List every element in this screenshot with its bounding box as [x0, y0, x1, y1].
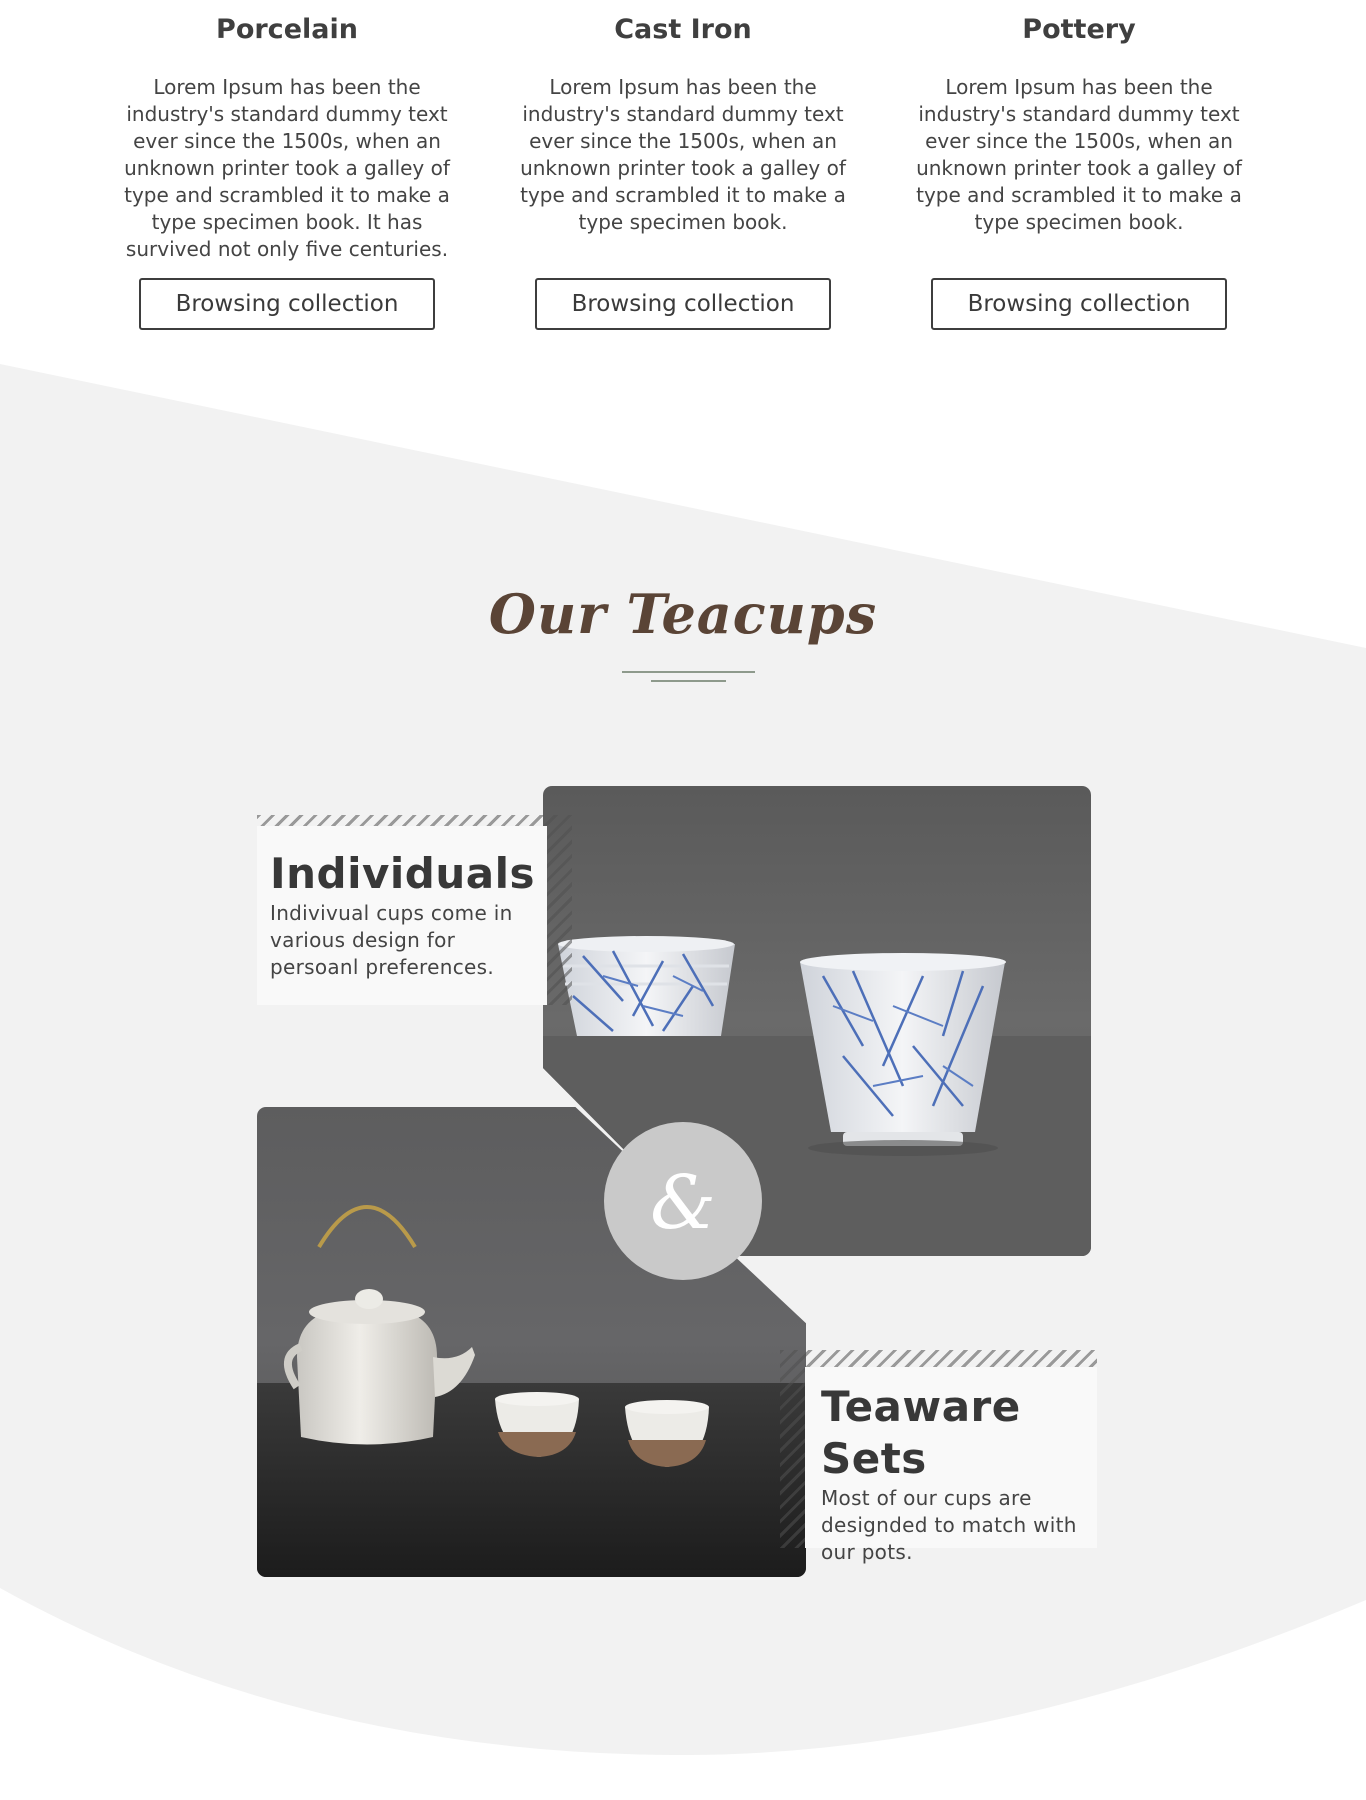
collection-title: Pottery — [1022, 14, 1136, 45]
individuals-description: Indivivual cups come in various design f… — [270, 901, 513, 979]
collection-porcelain: Porcelain Lorem Ipsum has been the indus… — [107, 0, 467, 330]
individuals-card: Individuals Indivivual cups come in vari… — [257, 826, 547, 1005]
teaware-sets-title: Teaware Sets — [821, 1382, 1021, 1483]
title-divider-long — [622, 671, 755, 673]
collection-title: Cast Iron — [614, 14, 752, 45]
title-divider-short — [651, 680, 726, 682]
browse-cast-iron-button[interactable]: Browsing collection — [535, 278, 831, 330]
collection-description: Lorem Ipsum has been the industry's stan… — [520, 75, 846, 234]
collection-cast-iron: Cast Iron Lorem Ipsum has been the indus… — [503, 0, 863, 330]
section-title: Our Teacups — [488, 582, 878, 646]
ampersand-badge: & — [604, 1122, 762, 1280]
individuals-title: Individuals — [270, 849, 535, 898]
teaware-sets-description: Most of our cups are designded to match … — [821, 1486, 1077, 1564]
collection-pottery: Pottery Lorem Ipsum has been the industr… — [899, 0, 1259, 330]
ampersand-glyph: & — [650, 1160, 716, 1246]
collection-title: Porcelain — [216, 14, 358, 45]
browse-porcelain-button[interactable]: Browsing collection — [139, 278, 435, 330]
teaware-sets-card: Teaware Sets Most of our cups are design… — [805, 1367, 1097, 1564]
collection-description: Lorem Ipsum has been the industry's stan… — [124, 75, 450, 261]
collection-description: Lorem Ipsum has been the industry's stan… — [916, 75, 1242, 234]
browse-pottery-button[interactable]: Browsing collection — [931, 278, 1227, 330]
